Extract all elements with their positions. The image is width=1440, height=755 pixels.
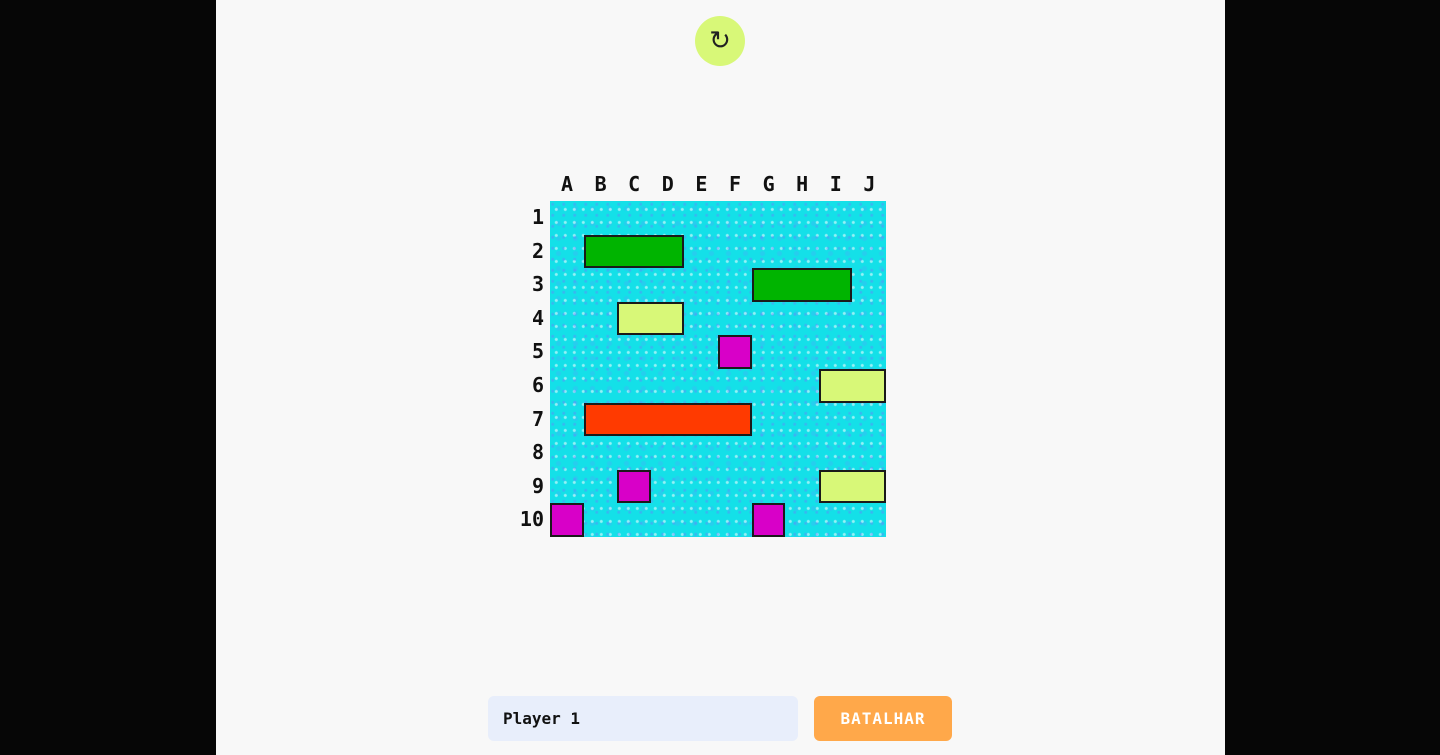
row-label-6: 6 [531, 373, 544, 397]
row-label-4: 4 [531, 305, 544, 330]
game-page: ↻ ABCDEFGHIJ 1 2 3 4 5 6 7 8 9 10 BATALHAR [216, 0, 1225, 755]
column-label-b: B [594, 172, 607, 196]
ship-yellow-6i[interactable] [818, 369, 886, 403]
refresh-icon: ↻ [709, 26, 731, 56]
row-label-9: 9 [531, 473, 544, 498]
row-label-5: 5 [531, 339, 544, 364]
ship-green-2b[interactable] [583, 234, 685, 269]
row-label-3: 3 [531, 272, 544, 297]
column-label-f: F [728, 172, 742, 196]
row-label-10: 10 [519, 507, 544, 532]
row-label-7: 7 [531, 406, 544, 431]
ship-magenta-9c[interactable] [617, 469, 651, 504]
row-label-2: 2 [531, 238, 544, 263]
column-label-d: D [661, 172, 674, 196]
ship-magenta-10a[interactable] [550, 503, 584, 537]
column-label-c: C [628, 172, 641, 196]
column-label-h: H [796, 172, 809, 196]
row-label-8: 8 [531, 440, 544, 465]
ship-green-3g[interactable] [751, 268, 853, 302]
column-label-g: G [762, 172, 775, 196]
battle-button[interactable]: BATALHAR [814, 696, 952, 741]
column-label-a: A [560, 172, 574, 196]
ship-magenta-10g[interactable] [751, 503, 786, 537]
refresh-button[interactable]: ↻ [695, 16, 745, 66]
game-board[interactable] [550, 201, 886, 537]
column-label-i: I [829, 172, 842, 196]
ship-yellow-4c[interactable] [617, 301, 685, 336]
player-name-input[interactable] [488, 696, 798, 741]
column-label-j: J [863, 172, 876, 196]
column-label-e: E [695, 172, 708, 196]
ship-yellow-9i[interactable] [818, 469, 886, 504]
ship-orange-7b[interactable] [583, 402, 752, 437]
ship-magenta-5f[interactable] [718, 335, 752, 369]
row-label-1: 1 [531, 205, 544, 229]
